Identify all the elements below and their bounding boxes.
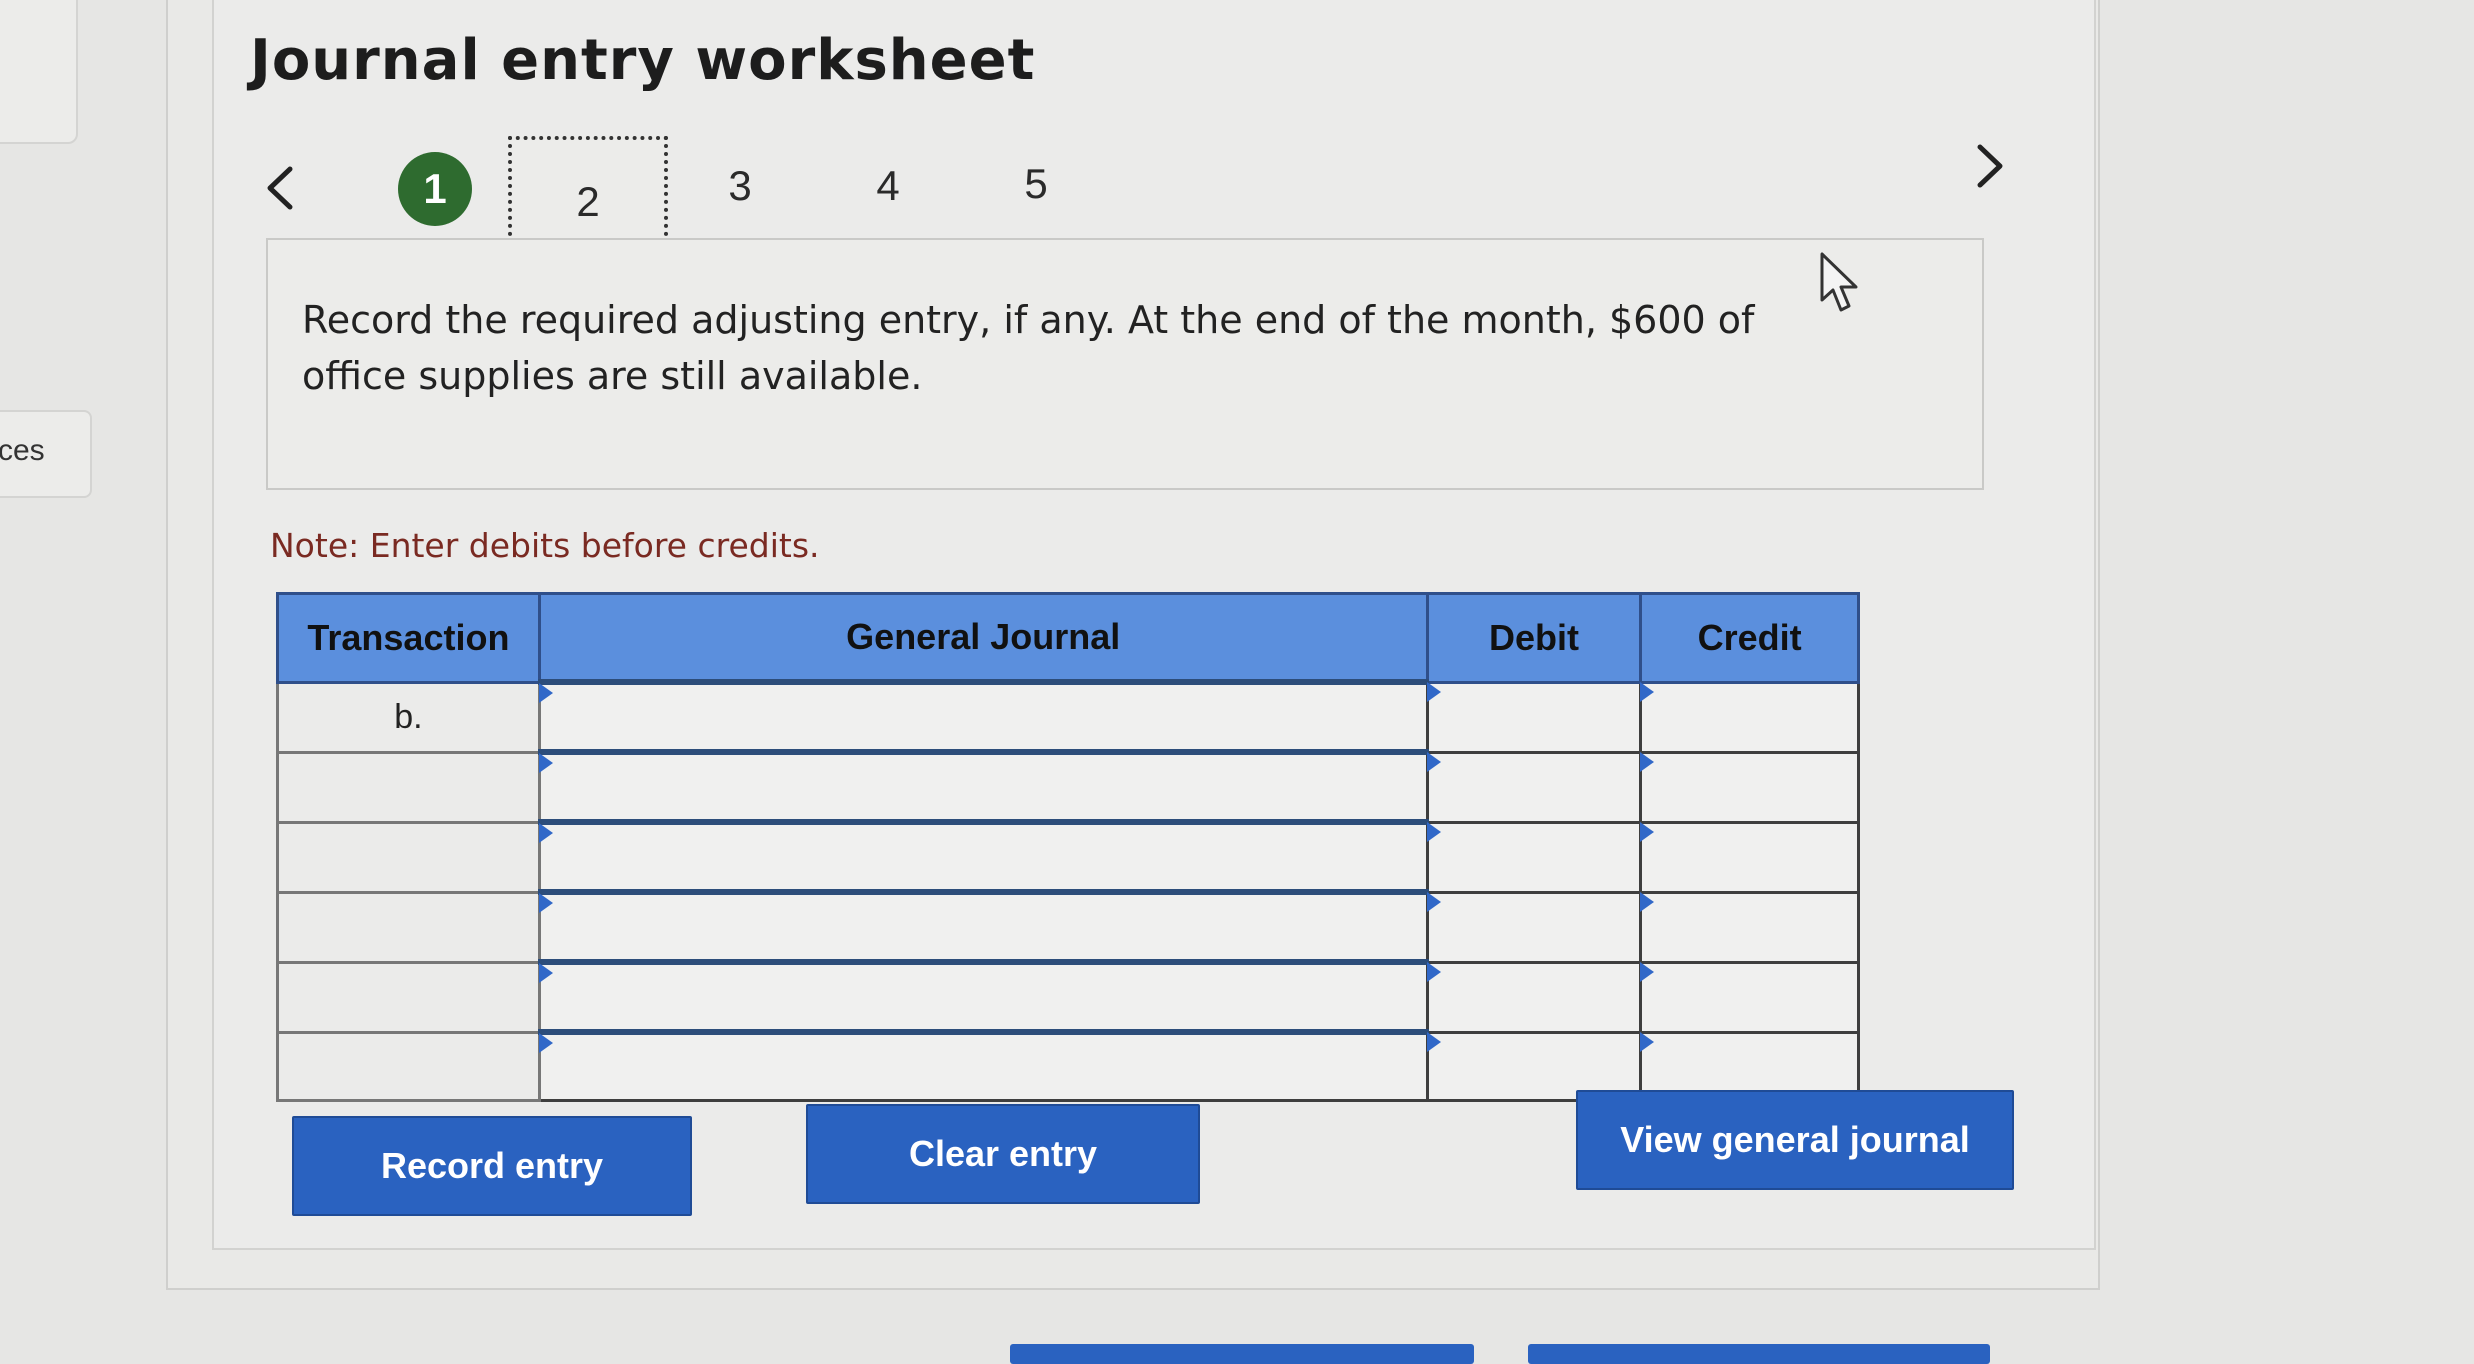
question-text: Record the required adjusting entry, if … (302, 298, 1755, 398)
chevron-left-icon (267, 166, 293, 210)
prev-step-button[interactable] (250, 158, 310, 218)
note-text: Note: Enter debits before credits. (270, 526, 820, 565)
step-3[interactable]: 3 (712, 152, 768, 220)
credit-cell[interactable] (1639, 750, 1860, 824)
dropdown-marker-icon (538, 753, 553, 773)
general-journal-cell[interactable] (537, 889, 1429, 964)
column-header-debit: Debit (1425, 592, 1643, 684)
debit-cell[interactable] (1425, 890, 1643, 964)
debit-cell[interactable] (1425, 680, 1643, 754)
general-journal-cell[interactable] (537, 819, 1429, 894)
transaction-cell (276, 960, 541, 1034)
dropdown-marker-icon (538, 1033, 553, 1053)
dropdown-marker-icon (1426, 891, 1441, 912)
mouse-pointer-icon (1820, 252, 1858, 312)
transaction-cell (276, 1030, 541, 1102)
dropdown-marker-icon (1640, 1031, 1655, 1052)
dropdown-marker-icon (538, 963, 553, 983)
side-tab-label: ces (0, 434, 45, 467)
table-row (276, 889, 1860, 964)
debit-cell[interactable] (1425, 750, 1643, 824)
dropdown-marker-icon (1426, 1031, 1441, 1052)
dropdown-marker-icon (538, 683, 553, 703)
step-5[interactable]: 5 (1008, 150, 1064, 218)
dropdown-marker-icon (1426, 821, 1441, 842)
debit-cell[interactable] (1425, 820, 1643, 894)
table-row (276, 959, 1860, 1034)
step-4[interactable]: 4 (860, 152, 916, 220)
dropdown-marker-icon (538, 823, 553, 843)
credit-cell[interactable] (1639, 890, 1860, 964)
chevron-right-icon (1977, 144, 2003, 188)
dropdown-marker-icon (1640, 751, 1655, 772)
general-journal-cell[interactable] (537, 749, 1429, 824)
dropdown-marker-icon (1426, 961, 1441, 982)
dropdown-marker-icon (538, 893, 553, 913)
credit-cell[interactable] (1639, 680, 1860, 754)
table-row (276, 749, 1860, 824)
table-row: b. (276, 679, 1860, 754)
column-header-general-journal: General Journal (537, 592, 1429, 684)
debit-cell[interactable] (1425, 960, 1643, 1034)
dropdown-marker-icon (1640, 821, 1655, 842)
dropdown-marker-icon (1640, 961, 1655, 982)
general-journal-cell[interactable] (537, 679, 1429, 754)
table-row (276, 819, 1860, 894)
bottom-button-partial[interactable] (1528, 1344, 1990, 1364)
next-step-button[interactable] (1960, 136, 2020, 196)
general-journal-cell[interactable] (537, 959, 1429, 1034)
view-general-journal-button[interactable]: View general journal (1576, 1090, 2014, 1190)
transaction-cell (276, 820, 541, 894)
record-entry-button[interactable]: Record entry (292, 1116, 692, 1216)
column-header-transaction: Transaction (276, 592, 541, 684)
column-header-credit: Credit (1639, 592, 1860, 684)
page-title: Journal entry worksheet (250, 28, 1036, 93)
side-tab[interactable]: ces (0, 410, 92, 498)
step-1[interactable]: 1 (398, 152, 472, 226)
dropdown-marker-icon (1640, 891, 1655, 912)
transaction-cell (276, 750, 541, 824)
credit-cell[interactable] (1639, 960, 1860, 1034)
credit-cell[interactable] (1639, 820, 1860, 894)
transaction-cell (276, 890, 541, 964)
side-card (0, 0, 78, 144)
bottom-button-partial[interactable] (1010, 1344, 1474, 1364)
transaction-cell: b. (276, 680, 541, 754)
table-header-row: Transaction General Journal Debit Credit (276, 592, 1860, 684)
dropdown-marker-icon (1640, 681, 1655, 702)
dropdown-marker-icon (1426, 681, 1441, 702)
clear-entry-button[interactable]: Clear entry (806, 1104, 1200, 1204)
dropdown-marker-icon (1426, 751, 1441, 772)
general-journal-cell[interactable] (537, 1029, 1429, 1102)
journal-table: Transaction General Journal Debit Credit… (276, 592, 1860, 1102)
